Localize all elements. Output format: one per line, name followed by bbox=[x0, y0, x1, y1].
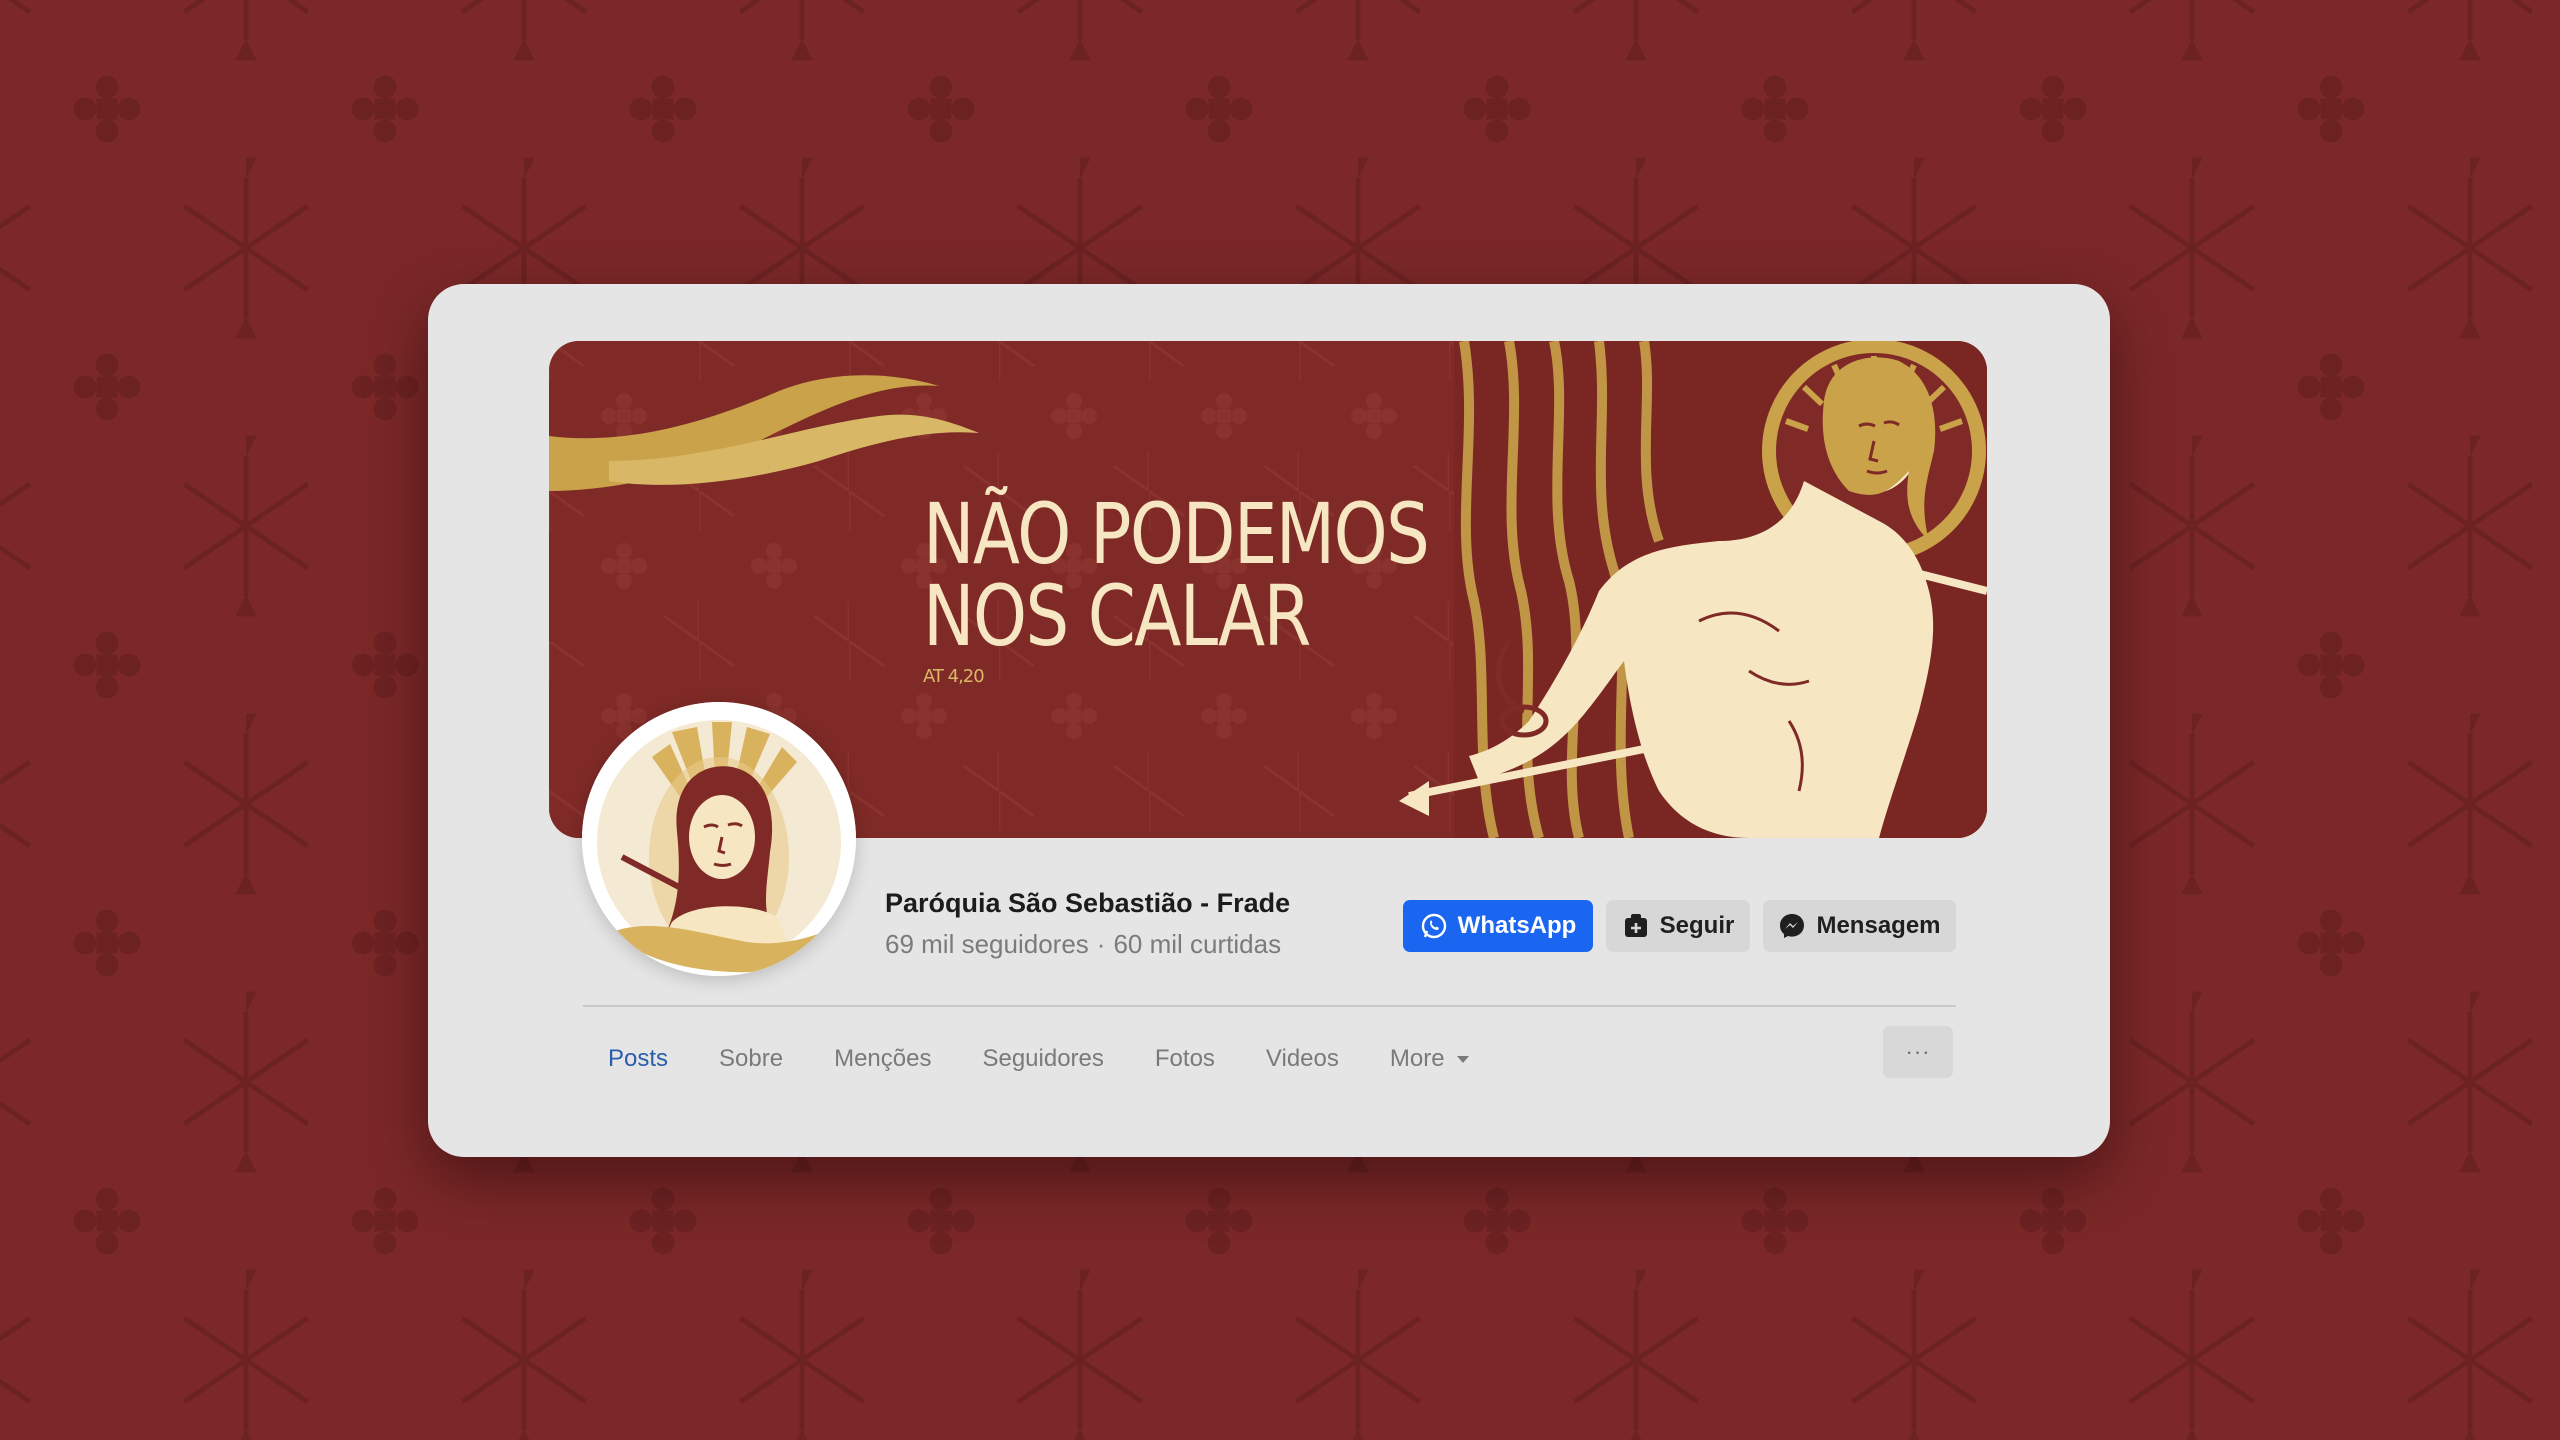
ellipsis-icon: ··· bbox=[1905, 1039, 1931, 1064]
overflow-menu-button[interactable]: ··· bbox=[1883, 1026, 1953, 1078]
cover-bible-reference: AT 4,20 bbox=[923, 666, 985, 687]
likes-count[interactable]: 60 mil curtidas bbox=[1113, 929, 1281, 959]
tab-sobre[interactable]: Sobre bbox=[719, 1045, 783, 1073]
whatsapp-label: WhatsApp bbox=[1457, 912, 1577, 939]
whatsapp-icon bbox=[1421, 913, 1446, 939]
followers-count[interactable]: 69 mil seguidores bbox=[885, 929, 1089, 959]
whatsapp-button[interactable]: WhatsApp bbox=[1403, 900, 1593, 952]
tab-more-label: More bbox=[1389, 1045, 1445, 1072]
follow-icon bbox=[1624, 914, 1647, 937]
tab-videos[interactable]: Videos bbox=[1266, 1045, 1339, 1073]
profile-avatar[interactable] bbox=[582, 702, 856, 976]
cover-headline-line1: NÃO PODEMOS bbox=[923, 485, 1430, 583]
message-label: Mensagem bbox=[1816, 912, 1941, 939]
page-title[interactable]: Paróquia São Sebastião - Frade bbox=[885, 888, 1290, 919]
follow-button[interactable]: Seguir bbox=[1606, 900, 1750, 952]
message-button[interactable]: Mensagem bbox=[1763, 900, 1956, 952]
tab-more[interactable]: More bbox=[1390, 1045, 1469, 1073]
header-divider bbox=[583, 1005, 1956, 1007]
cover-headline-line2: NOS CALAR bbox=[923, 567, 1311, 665]
page-header-card: NÃO PODEMOS NOS CALAR AT 4,20 Paróquia S… bbox=[428, 284, 2110, 1157]
avatar-artwork bbox=[582, 702, 856, 976]
tab-posts[interactable]: Posts bbox=[608, 1045, 668, 1073]
chevron-down-icon bbox=[1456, 1055, 1469, 1063]
page-tabs: Posts Sobre Menções Seguidores Fotos Vid… bbox=[608, 1039, 1520, 1079]
tab-fotos[interactable]: Fotos bbox=[1155, 1045, 1215, 1073]
cover-headline: NÃO PODEMOS NOS CALAR bbox=[923, 485, 1430, 665]
follow-label: Seguir bbox=[1659, 912, 1735, 939]
tab-mencoes[interactable]: Menções bbox=[834, 1045, 931, 1073]
messenger-icon bbox=[1780, 914, 1805, 938]
page-stats: 69 mil seguidores · 60 mil curtidas bbox=[885, 929, 1281, 960]
stats-separator: · bbox=[1096, 929, 1106, 959]
tab-seguidores[interactable]: Seguidores bbox=[982, 1045, 1103, 1073]
